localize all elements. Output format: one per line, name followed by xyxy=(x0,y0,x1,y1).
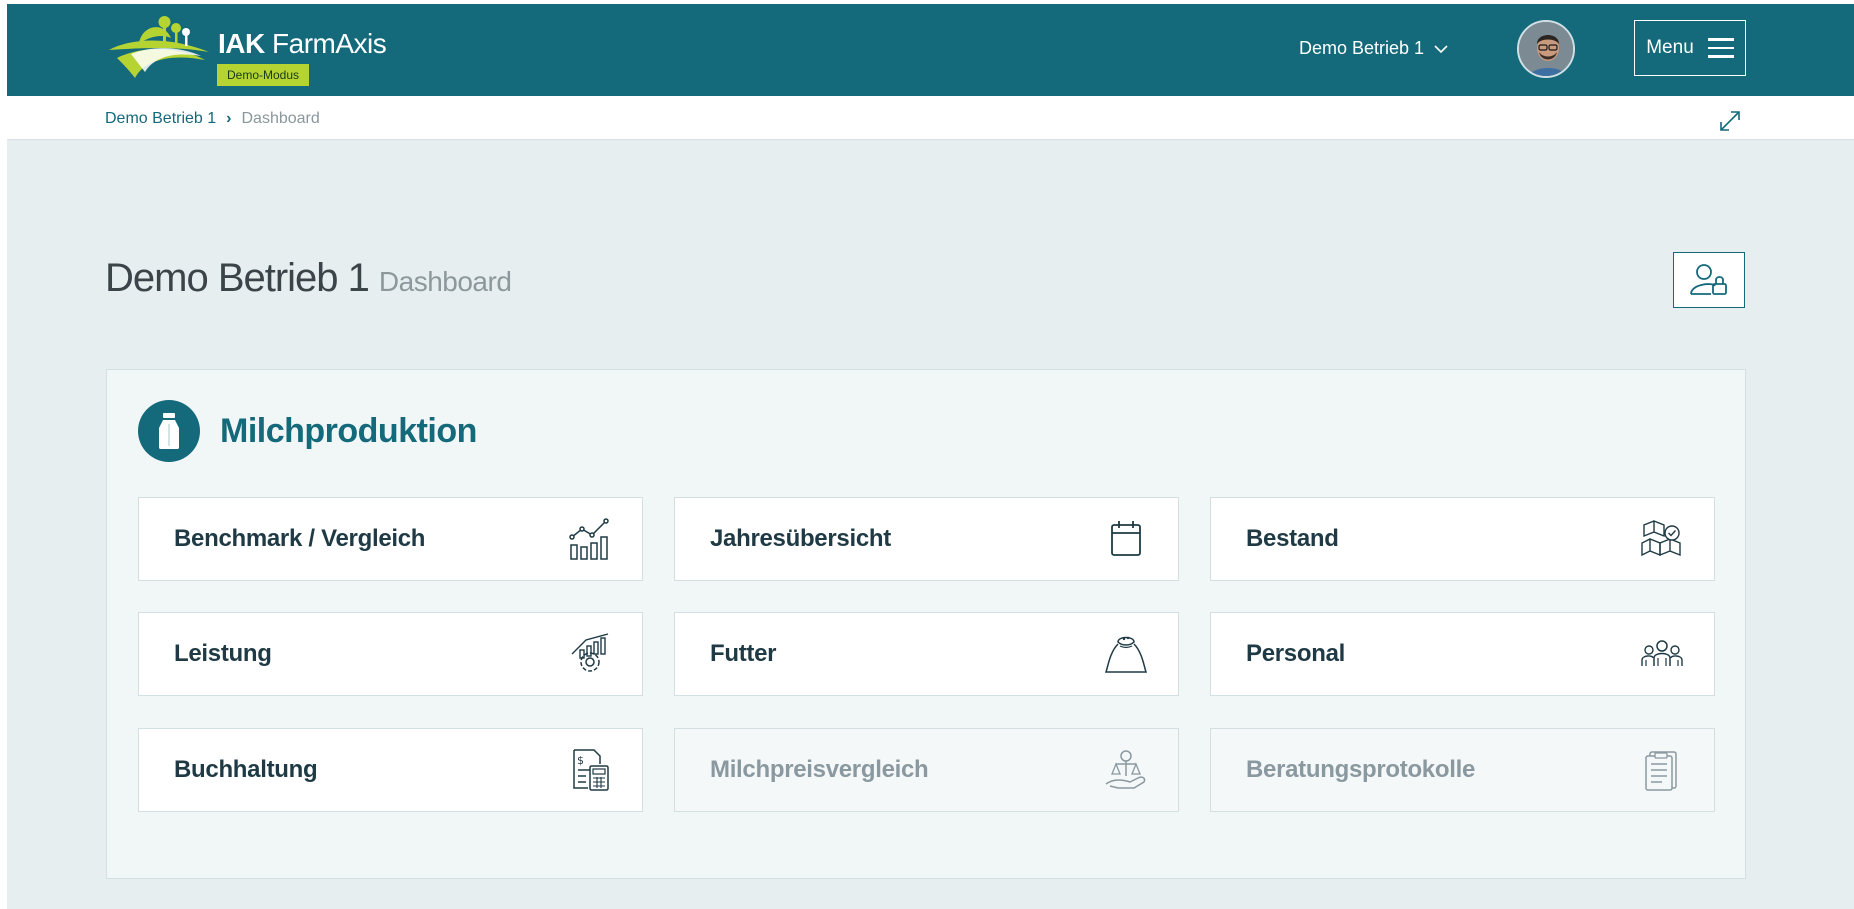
top-header: IAK FarmAxis Demo-Modus Demo Betrieb 1 M… xyxy=(7,4,1854,96)
tile-label: Futter xyxy=(710,640,777,667)
brand-logo[interactable]: IAK FarmAxis Demo-Modus xyxy=(105,14,387,92)
feed-sack-icon xyxy=(1104,636,1148,673)
tile-label: Buchhaltung xyxy=(174,756,318,783)
menu-button[interactable]: Menu xyxy=(1634,20,1746,76)
milk-bottle-icon xyxy=(138,400,200,462)
tile-benchmark-vergleich[interactable]: Benchmark / Vergleich xyxy=(138,497,643,581)
section-panel: Milchproduktion Benchmark / Vergleich Ja… xyxy=(106,369,1746,879)
page-title-sub: Dashboard xyxy=(378,266,512,297)
app-window: IAK FarmAxis Demo-Modus Demo Betrieb 1 M… xyxy=(7,4,1854,909)
tile-personal[interactable]: Personal xyxy=(1210,612,1715,696)
svg-text:$: $ xyxy=(577,754,584,767)
chevron-down-icon xyxy=(1434,44,1448,53)
price-balance-icon xyxy=(1105,750,1146,789)
performance-gear-icon xyxy=(571,633,609,672)
tile-beratungsprotokolle: Beratungsprotokolle xyxy=(1210,728,1715,812)
page-title: Demo Betrieb 1 Dashboard xyxy=(105,256,512,301)
farm-selector[interactable]: Demo Betrieb 1 xyxy=(1299,38,1448,59)
section-title: Milchproduktion xyxy=(220,411,477,450)
expand-icon[interactable] xyxy=(1717,108,1743,134)
hamburger-icon xyxy=(1707,38,1734,58)
user-photo-icon xyxy=(1519,22,1573,76)
tile-label: Jahresübersicht xyxy=(710,525,891,552)
tile-buchhaltung[interactable]: Buchhaltung $ xyxy=(138,728,643,812)
calendar-icon xyxy=(1111,521,1141,556)
brand-name: IAK FarmAxis xyxy=(218,28,387,59)
breadcrumb-farm-link[interactable]: Demo Betrieb 1 xyxy=(105,110,216,128)
chart-growth-icon xyxy=(569,518,609,560)
invoice-calculator-icon: $ xyxy=(573,749,609,791)
breadcrumb-current: Dashboard xyxy=(241,110,320,127)
boxes-stack-icon xyxy=(1641,519,1681,557)
tile-label: Benchmark / Vergleich xyxy=(174,525,426,552)
tile-label: Personal xyxy=(1246,640,1345,667)
user-lock-icon xyxy=(1690,264,1727,295)
tile-leistung[interactable]: Leistung xyxy=(138,612,643,696)
tile-jahresuebersicht[interactable]: Jahresübersicht xyxy=(674,497,1179,581)
section-header: Milchproduktion xyxy=(138,400,477,462)
farm-selector-label: Demo Betrieb 1 xyxy=(1299,38,1425,58)
page-title-main: Demo Betrieb 1 xyxy=(105,256,370,300)
tile-label: Bestand xyxy=(1246,525,1339,552)
breadcrumb-separator: › xyxy=(226,110,232,127)
farm-logo-icon xyxy=(109,16,209,78)
breadcrumb-bar: Demo Betrieb 1 › Dashboard xyxy=(7,96,1854,140)
tile-futter[interactable]: Futter xyxy=(674,612,1179,696)
tile-bestand[interactable]: Bestand xyxy=(1210,497,1715,581)
user-avatar[interactable] xyxy=(1517,20,1575,78)
menu-label: Menu xyxy=(1646,37,1694,58)
tile-label: Leistung xyxy=(174,640,272,667)
tile-milchpreisvergleich: Milchpreisvergleich xyxy=(674,728,1179,812)
demo-mode-badge: Demo-Modus xyxy=(217,64,310,86)
user-permissions-button[interactable] xyxy=(1673,252,1745,308)
document-list-icon xyxy=(1645,751,1677,791)
tile-label: Beratungsprotokolle xyxy=(1246,756,1475,783)
tile-label: Milchpreisvergleich xyxy=(710,756,929,783)
breadcrumb: Demo Betrieb 1 › Dashboard xyxy=(105,110,320,128)
team-icon xyxy=(1641,640,1683,666)
